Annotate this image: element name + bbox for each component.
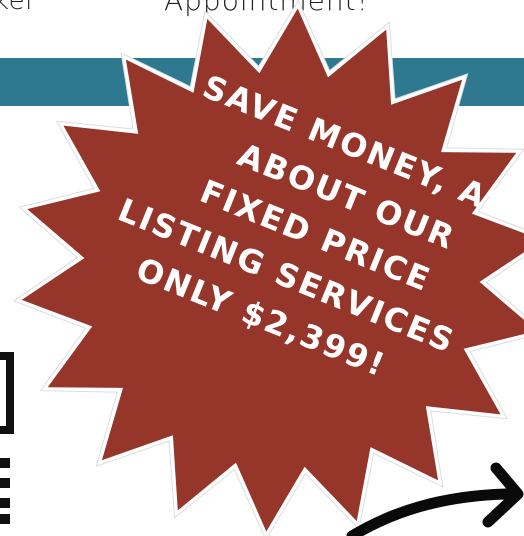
promo-text-group: SAVE MONEY, ASK ABOUT OUR FIXED PRICE LI… [113, 67, 524, 384]
promo-page: ker Appointment! SAVE MONEY, ASK ABOUT O… [0, 0, 524, 536]
